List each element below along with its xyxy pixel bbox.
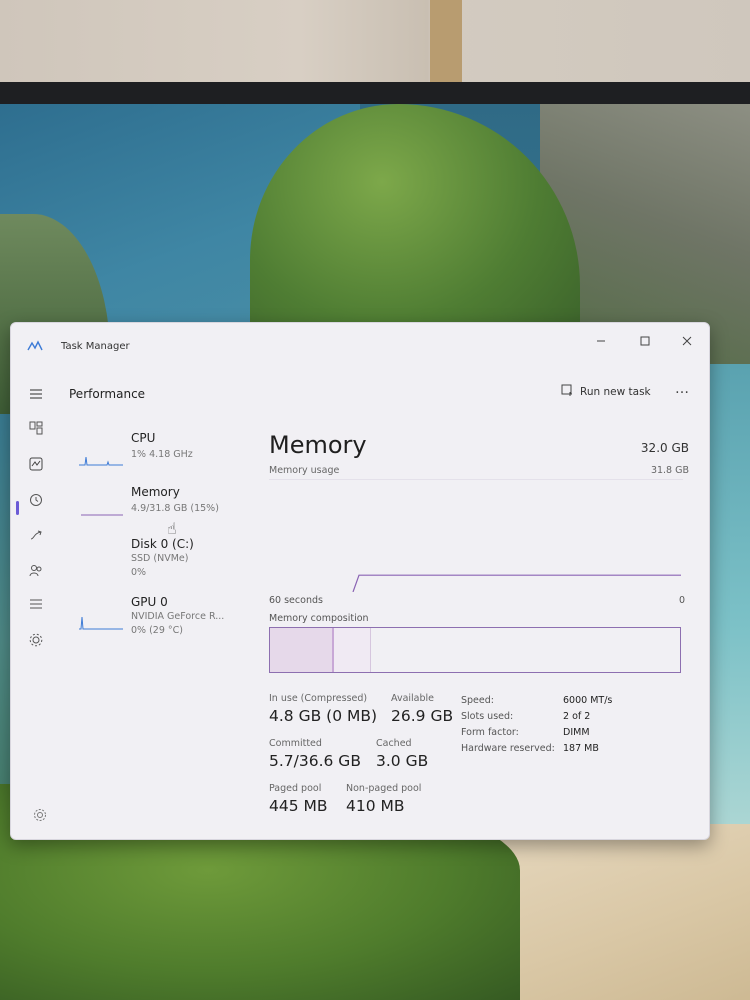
stat-paged-pool: Paged pool 445 MB (269, 783, 328, 815)
users-icon[interactable] (27, 561, 45, 579)
stat-in-use: In use (Compressed) 4.8 GB (0 MB) (269, 693, 377, 725)
memory-composition-label: Memory composition (269, 613, 369, 624)
page-title: Performance (69, 387, 146, 401)
stat-available: Available 26.9 GB (391, 693, 453, 725)
stat-value: 4.8 GB (0 MB) (269, 707, 378, 725)
minimize-icon (596, 335, 606, 349)
performance-icon[interactable] (27, 455, 45, 473)
run-new-task-label: Run new task (580, 386, 651, 398)
stat-value: 410 MB (346, 797, 405, 815)
resource-detail: NVIDIA GeForce R... (131, 611, 225, 622)
spec-key: Hardware reserved: (461, 743, 555, 754)
stat-non-paged-pool: Non-paged pool 410 MB (346, 783, 421, 815)
cpu-sparkline (79, 456, 123, 466)
task-manager-window: Task Manager Performance Run new task … … (10, 322, 710, 840)
spec-key: Speed: (461, 695, 494, 706)
processes-icon[interactable] (27, 419, 45, 437)
background-wall (0, 0, 750, 88)
window-title: Task Manager (61, 341, 130, 352)
resource-detail: 4.9/31.8 GB (15%) (131, 503, 219, 514)
task-manager-icon (27, 337, 43, 356)
settings-icon[interactable] (33, 807, 47, 826)
stat-label: Non-paged pool (346, 783, 422, 794)
resource-name: Memory (131, 485, 180, 499)
memory-total: 32.0 GB (640, 441, 689, 455)
resource-item-disk[interactable]: Disk 0 (C:) SSD (NVMe) 0% (71, 529, 261, 585)
run-new-task-button[interactable]: Run new task (561, 384, 651, 400)
close-button[interactable] (667, 330, 707, 354)
memory-usage-label: Memory usage (269, 465, 340, 476)
stat-value: 445 MB (269, 797, 328, 815)
title-bar[interactable]: Task Manager (11, 323, 709, 367)
composition-in-use (270, 628, 333, 672)
memory-usage-graph (269, 479, 683, 592)
more-options-button[interactable]: … (675, 381, 690, 397)
memory-title: Memory (269, 431, 367, 459)
hamburger-icon[interactable] (27, 385, 45, 403)
run-task-icon (561, 384, 574, 400)
app-history-icon[interactable] (27, 491, 45, 509)
resource-detail: 1% 4.18 GHz (131, 449, 193, 460)
stat-value: 26.9 GB (391, 707, 454, 725)
spec-value: 187 MB (563, 743, 599, 754)
stat-label: Available (391, 693, 435, 704)
stat-value: 3.0 GB (376, 752, 429, 770)
nav-active-indicator (16, 501, 19, 515)
graph-axis-left: 60 seconds (269, 595, 323, 606)
close-icon (682, 335, 692, 349)
resource-item-cpu[interactable]: CPU 1% 4.18 GHz (71, 423, 261, 479)
startup-apps-icon[interactable] (27, 527, 45, 545)
resource-name: Disk 0 (C:) (131, 537, 194, 551)
resource-detail: SSD (NVMe) (131, 553, 189, 564)
background-post (430, 0, 462, 88)
nav-rail (11, 367, 61, 839)
spec-value: 2 of 2 (563, 711, 591, 722)
resource-usage: 0% (131, 567, 147, 578)
resource-usage: 0% (29 °C) (131, 625, 183, 636)
details-icon[interactable] (27, 595, 45, 613)
resource-name: GPU 0 (131, 595, 168, 609)
stat-label: Committed (269, 738, 322, 749)
gpu-sparkline (79, 616, 123, 630)
stat-label: Paged pool (269, 783, 322, 794)
mouse-cursor-icon: ☝ (167, 519, 177, 538)
minimize-button[interactable] (581, 330, 621, 354)
memory-usage-max: 31.8 GB (650, 465, 689, 476)
spec-value: DIMM (563, 727, 590, 738)
maximize-button[interactable] (625, 330, 665, 354)
stat-label: Cached (376, 738, 412, 749)
memory-composition-bar (269, 627, 681, 673)
services-icon[interactable] (27, 631, 45, 649)
spec-value: 6000 MT/s (563, 695, 613, 706)
spec-key: Slots used: (461, 711, 514, 722)
resource-item-gpu[interactable]: GPU 0 NVIDIA GeForce R... 0% (29 °C) (71, 587, 261, 643)
stat-label: In use (Compressed) (269, 693, 368, 704)
resource-item-memory[interactable]: Memory 4.9/31.8 GB (15%) (71, 477, 261, 527)
memory-sparkline (81, 514, 123, 516)
stat-value: 5.7/36.6 GB (269, 752, 361, 770)
graph-axis-right: 0 (678, 595, 685, 606)
spec-key: Form factor: (461, 727, 519, 738)
stat-cached: Cached 3.0 GB (376, 738, 428, 770)
maximize-icon (640, 335, 650, 349)
stat-committed: Committed 5.7/36.6 GB (269, 738, 361, 770)
composition-standby (333, 628, 372, 672)
resource-name: CPU (131, 431, 156, 445)
monitor-bezel (0, 82, 750, 106)
memory-usage-line (352, 574, 681, 592)
